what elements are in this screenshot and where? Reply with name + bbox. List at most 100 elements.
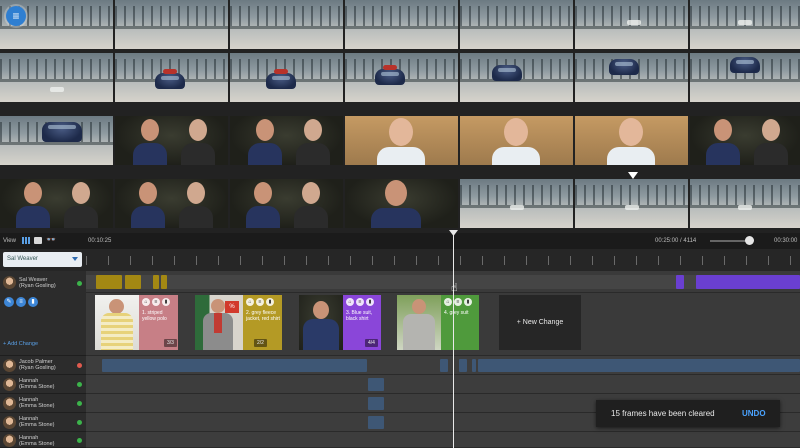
avatar (3, 378, 16, 391)
frame-grid (0, 0, 800, 233)
frame-thumbnail[interactable] (230, 0, 343, 49)
segment[interactable] (440, 359, 448, 372)
frame-thumbnail[interactable] (690, 116, 800, 165)
undo-button[interactable]: UNDO (742, 409, 766, 418)
time-end: 00:30:00 (774, 238, 798, 244)
lane-track-main[interactable] (86, 271, 800, 293)
frame-thumbnail[interactable] (690, 53, 800, 102)
change-card[interactable]: ⌂ ≡ ▮ 3. Blue suit, black shirt 4/4 (299, 295, 381, 350)
frame-thumbnail[interactable] (460, 179, 573, 228)
frame-thumbnail[interactable] (690, 0, 800, 49)
filter-icon: ≡ (19, 299, 23, 305)
frame-thumbnail[interactable] (575, 179, 688, 228)
lane-label: Jacob Palmer (Ryan Gosling) (0, 356, 86, 375)
lane-track[interactable] (86, 356, 800, 375)
frame-row (0, 0, 800, 49)
frame-thumbnail[interactable] (115, 116, 228, 165)
trash-icon: ▮ (162, 298, 170, 306)
card-info: ⌂ ≡ ▮ 3. Blue suit, black shirt 4/4 (343, 295, 381, 350)
lane-actor: (Emma Stone) (19, 422, 55, 428)
segment[interactable] (478, 359, 800, 372)
segment[interactable] (161, 275, 167, 289)
zoom-slider[interactable] (710, 240, 750, 242)
segment[interactable] (368, 416, 384, 429)
frame-thumbnail[interactable] (0, 116, 113, 165)
frame-row (0, 116, 800, 165)
segment[interactable] (96, 275, 122, 289)
hanger-icon: ⌂ (142, 298, 150, 306)
segment[interactable] (368, 397, 384, 410)
change-card[interactable]: ⌂ ≡ ▮ 4. grey suit (397, 295, 479, 350)
add-change-link[interactable]: + Add Change (3, 341, 38, 347)
trash-icon: ▮ (266, 298, 274, 306)
status-dot (77, 382, 82, 387)
frame-thumbnail[interactable] (115, 179, 228, 228)
status-dot (77, 401, 82, 406)
frame-thumbnail[interactable] (575, 0, 688, 49)
new-change-button[interactable]: + New Change (499, 295, 581, 350)
frame-thumbnail[interactable] (690, 179, 800, 228)
lane-track[interactable] (86, 432, 800, 448)
single-view-icon[interactable] (34, 237, 42, 244)
card-info: ⌂ ≡ ▮ 1. striped yellow polo 3/3 (139, 295, 178, 350)
frame-thumbnail[interactable] (345, 179, 458, 228)
card-description: 2. grey fleece jacket, red shirt (246, 310, 280, 322)
trash-icon: ▮ (31, 299, 35, 305)
card-count: 3/3 (164, 339, 177, 347)
segment[interactable] (368, 378, 384, 391)
segment[interactable] (102, 359, 367, 372)
frame-thumbnail[interactable] (230, 53, 343, 102)
character-select-value: Sal Weaver (7, 256, 38, 262)
binoculars-icon[interactable]: 👓 (46, 235, 56, 244)
frame-thumbnail[interactable] (230, 116, 343, 165)
segment[interactable] (125, 275, 141, 289)
segment[interactable] (472, 359, 476, 372)
app-root: ≡ View 👓 00:10:25 00:25:00 / 4114 00:30:… (0, 0, 800, 448)
zoom-slider-handle[interactable] (745, 236, 754, 245)
timeline-ruler[interactable] (86, 249, 800, 271)
hamburger-icon: ≡ (12, 9, 20, 23)
segment[interactable] (153, 275, 159, 289)
time-start: 00:10:25 (88, 238, 112, 244)
card-info: ⌂ ≡ ▮ 4. grey suit (441, 295, 479, 350)
filter-button[interactable]: ≡ (16, 297, 26, 307)
cursor-icon: ☝ (451, 282, 458, 294)
frame-thumbnail[interactable] (345, 53, 458, 102)
filter-icon: ≡ (454, 298, 462, 306)
frame-thumbnail[interactable] (460, 0, 573, 49)
frame-thumbnail[interactable] (345, 0, 458, 49)
frame-thumbnail[interactable] (115, 0, 228, 49)
frame-thumbnail[interactable] (575, 116, 688, 165)
delete-button[interactable]: ▮ (28, 297, 38, 307)
lane-label: Hannah (Emma Stone) (0, 413, 86, 432)
frame-thumbnail[interactable] (575, 53, 688, 102)
character-select[interactable]: Sal Weaver (3, 252, 82, 267)
frame-thumbnail[interactable] (460, 116, 573, 165)
menu-button[interactable]: ≡ (6, 6, 26, 26)
lane-actor: (Ryan Gosling) (19, 365, 56, 371)
segment[interactable] (676, 275, 684, 289)
edit-button[interactable]: ✎ (4, 297, 14, 307)
frame-thumbnail[interactable] (0, 53, 113, 102)
lane-track[interactable] (86, 375, 800, 394)
frame-thumbnail[interactable] (0, 179, 113, 228)
frame-thumbnail[interactable] (115, 53, 228, 102)
card-count: 4/4 (365, 339, 378, 347)
segment[interactable] (459, 359, 467, 372)
change-card[interactable]: % ⌂ ≡ ▮ 2. grey fleece jacket, red shirt 2… (195, 295, 282, 350)
frame-thumbnail[interactable] (345, 116, 458, 165)
wardrobe-photo (397, 295, 441, 350)
playhead[interactable] (453, 233, 454, 448)
frame-thumbnail[interactable] (230, 179, 343, 228)
frame-thumbnail[interactable] (460, 53, 573, 102)
avatar (3, 397, 16, 410)
segment[interactable] (696, 275, 800, 289)
change-card[interactable]: ⌂ ≡ ▮ 1. striped yellow polo 3/3 (95, 295, 178, 350)
grid-view-icon[interactable] (22, 237, 30, 244)
card-description: 4. grey suit (444, 310, 469, 316)
card-info: ⌂ ≡ ▮ 2. grey fleece jacket, red shirt 2/2 (243, 295, 282, 350)
toast-notification: 15 frames have been cleared UNDO (596, 400, 780, 427)
status-dot (77, 281, 82, 286)
hanger-icon: ⌂ (346, 298, 354, 306)
time-current: 00:25:00 / 4114 (655, 238, 697, 244)
